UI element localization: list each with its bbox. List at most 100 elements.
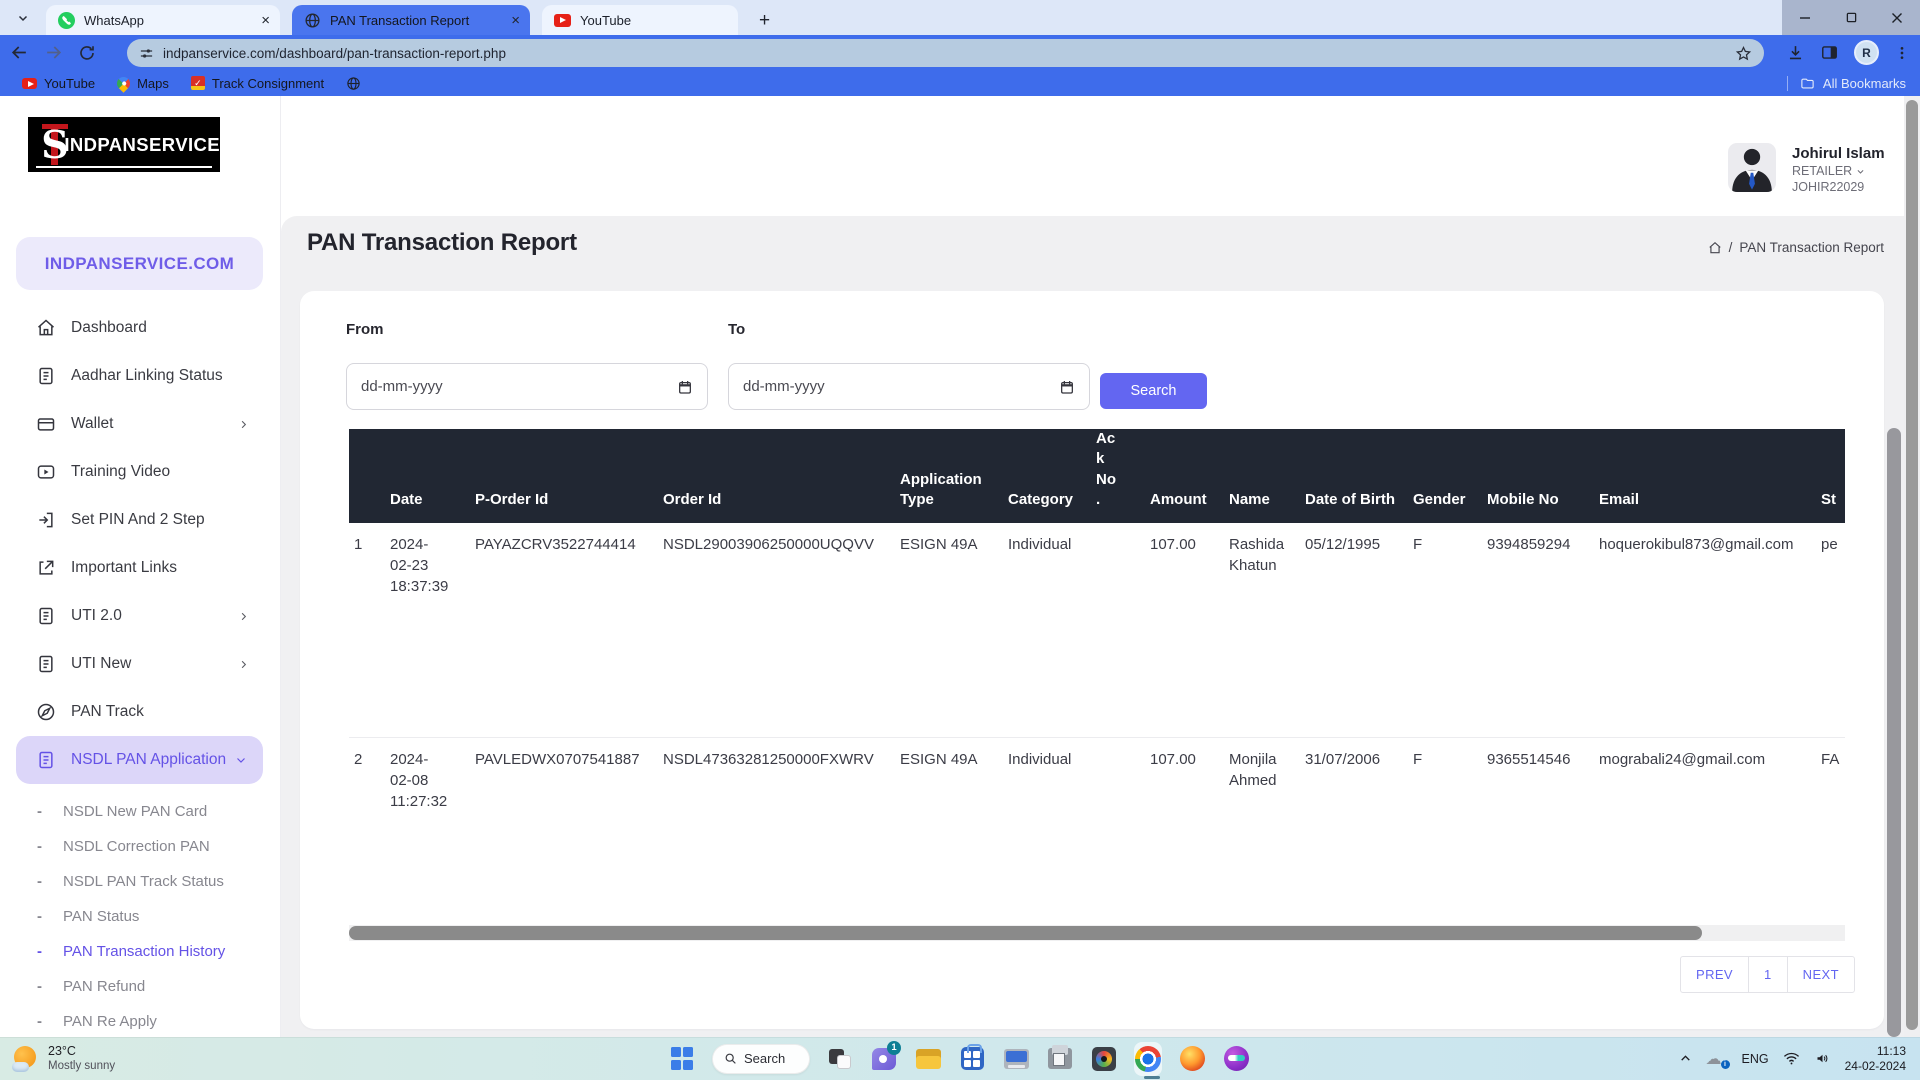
- window-maximize-button[interactable]: [1828, 0, 1874, 35]
- sidebar-item-training-video[interactable]: Training Video: [0, 448, 281, 496]
- onedrive-cloud-icon[interactable]: ☁i: [1706, 1049, 1728, 1069]
- sidebar-item-label: UTI 2.0: [71, 607, 122, 625]
- photo-viewer-button[interactable]: [1090, 1045, 1118, 1073]
- tab-close-icon[interactable]: ×: [261, 13, 270, 28]
- home-icon[interactable]: [1708, 241, 1722, 255]
- table-horizontal-scrollbar[interactable]: [349, 925, 1845, 941]
- pagination-prev-button[interactable]: PREV: [1681, 957, 1749, 992]
- folder-icon: [916, 1049, 941, 1069]
- file-explorer-button[interactable]: [914, 1045, 942, 1073]
- sidebar-subitem-pan-status[interactable]: PAN Status: [0, 899, 281, 934]
- sidebar-subitem-pan-transaction-history[interactable]: PAN Transaction History: [0, 934, 281, 969]
- side-panel-icon[interactable]: [1820, 43, 1839, 62]
- weather-sun-cloud-icon: [12, 1045, 39, 1072]
- report-card: From To Search Date: [300, 291, 1884, 1029]
- user-profile[interactable]: Johirul Islam RETAILER JOHIR22029: [1728, 143, 1885, 194]
- bookmark-track-consignment[interactable]: ✓ Track Consignment: [191, 76, 324, 91]
- window-close-button[interactable]: [1874, 0, 1920, 35]
- globe-icon: [346, 76, 361, 91]
- new-tab-button[interactable]: +: [752, 8, 777, 33]
- page-scrollbar-thumb[interactable]: [1906, 100, 1918, 1030]
- sidebar-item-uti-2[interactable]: UTI 2.0: [0, 592, 281, 640]
- cell-p-order-id: PAYAZCRV3522744414: [470, 523, 658, 737]
- cell-index: 1: [349, 523, 385, 737]
- video-icon: [36, 462, 56, 482]
- table-row: 1 2024-02-23 18:37:39 PAYAZCRV3522744414…: [349, 523, 1845, 737]
- from-date-input[interactable]: [361, 378, 677, 395]
- firefox-icon: [1180, 1046, 1205, 1071]
- site-logo[interactable]: S INDPANSERVICE: [28, 117, 220, 172]
- pagination-next-button[interactable]: NEXT: [1788, 957, 1854, 992]
- firefox-button[interactable]: [1178, 1045, 1206, 1073]
- pagination-page-1[interactable]: 1: [1749, 957, 1788, 992]
- to-date-input[interactable]: [743, 378, 1059, 395]
- clock-time: 11:13: [1845, 1044, 1906, 1059]
- sidebar-item-uti-new[interactable]: UTI New: [0, 640, 281, 688]
- sidebar-subitem-nsdl-pan-track-status[interactable]: NSDL PAN Track Status: [0, 864, 281, 899]
- site-settings-icon[interactable]: [139, 46, 154, 61]
- chrome-button-active[interactable]: [1134, 1045, 1162, 1073]
- taskbar-weather-widget[interactable]: 23°C Mostly sunny: [12, 1037, 115, 1080]
- language-indicator[interactable]: ENG: [1742, 1052, 1769, 1066]
- reload-button[interactable]: [78, 44, 96, 62]
- sidebar-subitem-pan-re-apply[interactable]: PAN Re Apply: [0, 1004, 281, 1039]
- sidebar-item-set-pin[interactable]: Set PIN And 2 Step: [0, 496, 281, 544]
- task-view-button[interactable]: [826, 1045, 854, 1073]
- sidebar-item-nsdl-pan-application[interactable]: NSDL PAN Application: [16, 736, 263, 784]
- bookmark-youtube[interactable]: YouTube: [22, 76, 95, 91]
- bookmark-globe[interactable]: [346, 76, 361, 91]
- browser-profile-avatar[interactable]: R: [1854, 40, 1879, 65]
- scrollbar-thumb[interactable]: [349, 926, 1702, 940]
- tab-search-button[interactable]: [10, 7, 36, 29]
- tab-whatsapp[interactable]: WhatsApp ×: [46, 5, 280, 35]
- search-button[interactable]: Search: [1100, 373, 1207, 409]
- col-index: [349, 429, 385, 523]
- purple-app-button[interactable]: [1222, 1045, 1250, 1073]
- calendar-icon[interactable]: [677, 379, 693, 395]
- tab-youtube[interactable]: YouTube: [542, 5, 738, 35]
- calendar-icon[interactable]: [1059, 379, 1075, 395]
- close-icon: [1891, 12, 1903, 24]
- browser-nav-buttons: [10, 35, 96, 70]
- remote-desktop-button[interactable]: [1002, 1045, 1030, 1073]
- breadcrumb-current[interactable]: PAN Transaction Report: [1739, 240, 1884, 255]
- sidebar-item-important-links[interactable]: Important Links: [0, 544, 281, 592]
- user-name: Johirul Islam: [1792, 145, 1885, 162]
- bookmark-maps[interactable]: Maps: [117, 76, 169, 91]
- tab-close-icon[interactable]: ×: [511, 13, 520, 28]
- forward-button[interactable]: [44, 43, 63, 62]
- wifi-icon[interactable]: [1783, 1051, 1800, 1066]
- panel-scrollbar-thumb[interactable]: [1887, 428, 1901, 1037]
- site-name-badge[interactable]: INDPANSERVICE.COM: [16, 237, 263, 290]
- volume-icon[interactable]: [1814, 1051, 1831, 1066]
- sidebar-subitem-nsdl-correction-pan[interactable]: NSDL Correction PAN: [0, 829, 281, 864]
- taskbar-clock[interactable]: 11:13 24-02-2024: [1845, 1044, 1906, 1074]
- user-role[interactable]: RETAILER: [1792, 164, 1885, 178]
- sidebar-item-wallet[interactable]: Wallet: [0, 400, 281, 448]
- microsoft-store-button[interactable]: [958, 1045, 986, 1073]
- back-button[interactable]: [10, 43, 29, 62]
- start-button[interactable]: [668, 1045, 696, 1073]
- download-icon[interactable]: [1786, 43, 1805, 62]
- cell-date-of-birth: 05/12/1995: [1300, 523, 1408, 737]
- chat-app-button[interactable]: 1: [870, 1045, 898, 1073]
- window-minimize-button[interactable]: [1782, 0, 1828, 35]
- url-text[interactable]: indpanservice.com/dashboard/pan-transact…: [163, 46, 1735, 61]
- sidebar-item-pan-track[interactable]: PAN Track: [0, 688, 281, 736]
- tray-chevron-up-icon[interactable]: [1679, 1052, 1692, 1065]
- chevron-down-icon: [1856, 167, 1865, 176]
- all-bookmarks-button[interactable]: All Bookmarks: [1787, 70, 1906, 96]
- taskbar-search[interactable]: Search: [712, 1044, 810, 1074]
- sidebar-item-dashboard[interactable]: Dashboard: [0, 304, 281, 352]
- transactions-table-wrapper[interactable]: Date P-Order Id Order Id Application Typ…: [349, 429, 1845, 925]
- sidebar-subitem-pan-refund[interactable]: PAN Refund: [0, 969, 281, 1004]
- sidebar-item-aadhar-linking-status[interactable]: Aadhar Linking Status: [0, 352, 281, 400]
- menu-kebab-icon[interactable]: [1894, 45, 1910, 61]
- scanner-app-button[interactable]: [1046, 1045, 1074, 1073]
- chevron-down-icon: [17, 12, 29, 24]
- sidebar-item-label: Aadhar Linking Status: [71, 367, 223, 385]
- bookmark-star-icon[interactable]: [1735, 45, 1752, 62]
- tab-pan-transaction-report[interactable]: PAN Transaction Report ×: [292, 5, 530, 35]
- sidebar-subitem-nsdl-new-pan-card[interactable]: NSDL New PAN Card: [0, 794, 281, 829]
- address-bar[interactable]: indpanservice.com/dashboard/pan-transact…: [127, 39, 1764, 67]
